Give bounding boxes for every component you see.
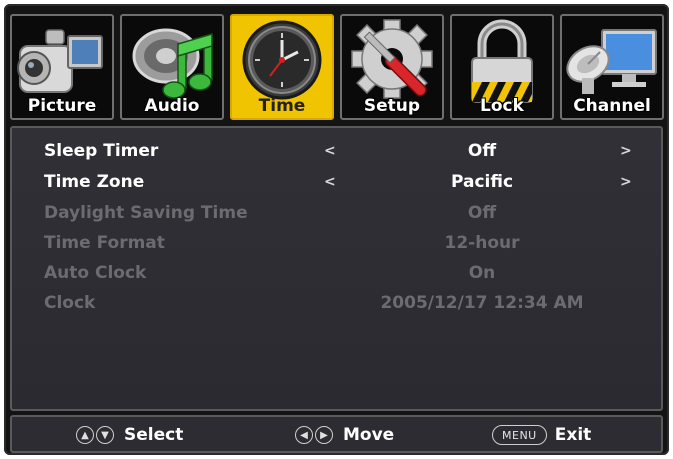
setting-row-clock: Clock 2005/12/17 12:34 AM [12,290,661,318]
setting-row-time-format: Time Format 12-hour [12,230,661,258]
time-settings-panel: Sleep Timer < Off > Time Zone < Pacific … [10,126,663,411]
chevron-left-icon[interactable]: < [324,143,336,159]
setting-label: Auto Clock [44,263,147,283]
tab-audio[interactable]: Audio [120,14,224,120]
tab-label: Lock [480,96,524,116]
tab-channel[interactable]: Channel [560,14,664,120]
setting-label: Daylight Saving Time [44,203,248,223]
setting-value: On [468,263,496,283]
tab-setup[interactable]: Setup [340,14,444,120]
setting-label: Sleep Timer [44,141,159,161]
key-hint-bar: ▲ ▼ Select ◀ ▶ Move MENU Exit [10,415,663,453]
tv-osd-menu: Picture Audio Time Setup Lock Channel Sl… [4,4,669,455]
setting-value: 2005/12/17 12:34 AM [380,293,584,313]
down-arrow-key-icon: ▼ [96,426,114,444]
chevron-left-icon[interactable]: < [324,174,336,190]
setting-label: Time Format [44,233,165,253]
tab-lock[interactable]: Lock [450,14,554,120]
exit-hint: MENU Exit [492,424,591,446]
setting-row-auto-clock: Auto Clock On [12,260,661,288]
right-arrow-key-icon: ▶ [315,426,333,444]
move-hint-label: Move [343,425,395,445]
select-hint: ▲ ▼ Select [76,424,183,446]
up-arrow-key-icon: ▲ [76,426,94,444]
setting-value: 12-hour [444,233,520,253]
menu-tab-bar: Picture Audio Time Setup Lock Channel [10,14,664,122]
setting-row-sleep-timer[interactable]: Sleep Timer < Off > [12,138,661,166]
chevron-right-icon[interactable]: > [620,174,632,190]
setting-label: Clock [44,293,96,313]
tab-label: Time [258,96,306,116]
tab-label: Setup [363,96,421,116]
setting-row-time-zone[interactable]: Time Zone < Pacific > [12,169,661,197]
tab-label: Picture [27,96,97,116]
tab-time[interactable]: Time [230,14,334,120]
menu-key-icon: MENU [492,425,547,445]
setting-value: Pacific [450,172,514,192]
tab-label: Audio [144,96,200,116]
exit-hint-label: Exit [554,425,592,445]
select-hint-label: Select [124,425,184,445]
tab-picture[interactable]: Picture [10,14,114,120]
setting-label: Time Zone [44,172,145,192]
setting-row-daylight-saving-time: Daylight Saving Time Off [12,200,661,228]
tab-label: Channel [573,96,651,116]
chevron-right-icon[interactable]: > [620,143,632,159]
left-arrow-key-icon: ◀ [295,426,313,444]
move-hint: ◀ ▶ Move [295,424,394,446]
setting-value: Off [467,203,497,223]
setting-value: Off [467,141,497,161]
